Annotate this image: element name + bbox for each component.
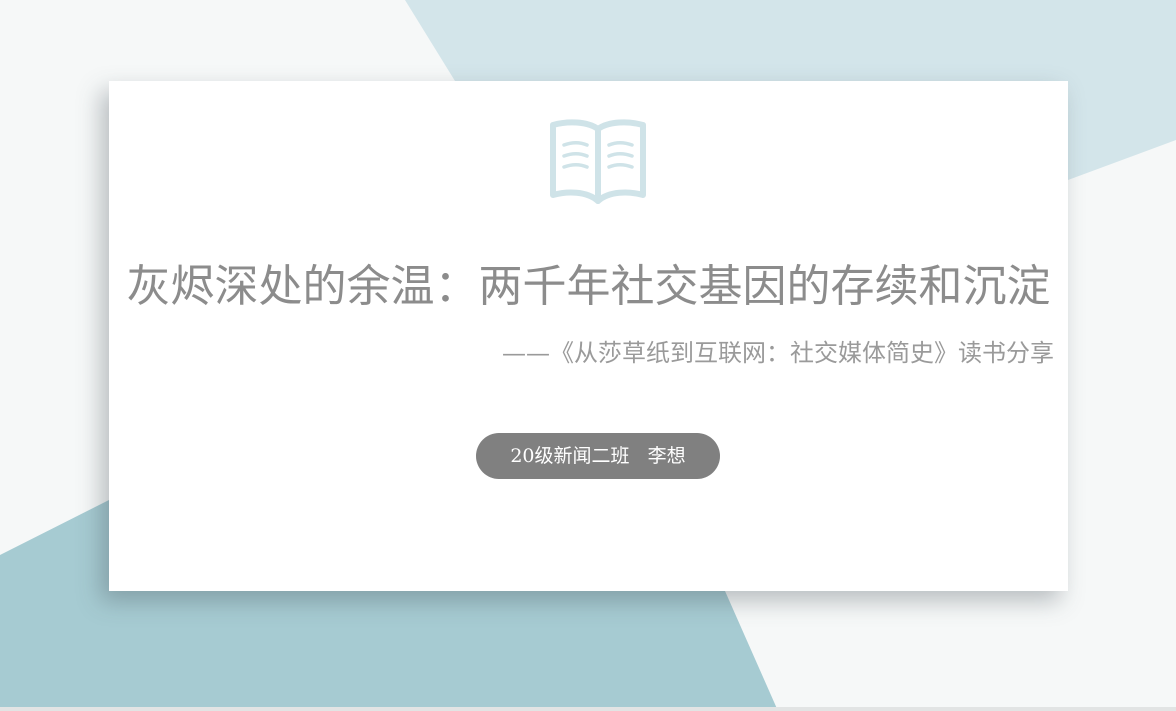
open-book-icon	[550, 119, 646, 204]
author-badge: 20级新闻二班 李想	[476, 433, 720, 479]
slide-canvas: 灰烬深处的余温：两千年社交基因的存续和沉淀 ——《从莎草纸到互联网：社交媒体简史…	[0, 0, 1176, 711]
bottom-divider	[0, 707, 1176, 711]
title-card: 灰烬深处的余温：两千年社交基因的存续和沉淀 ——《从莎草纸到互联网：社交媒体简史…	[109, 81, 1068, 591]
slide-title: 灰烬深处的余温：两千年社交基因的存续和沉淀	[126, 261, 1051, 312]
slide-subtitle: ——《从莎草纸到互联网：社交媒体简史》读书分享	[502, 339, 1054, 367]
